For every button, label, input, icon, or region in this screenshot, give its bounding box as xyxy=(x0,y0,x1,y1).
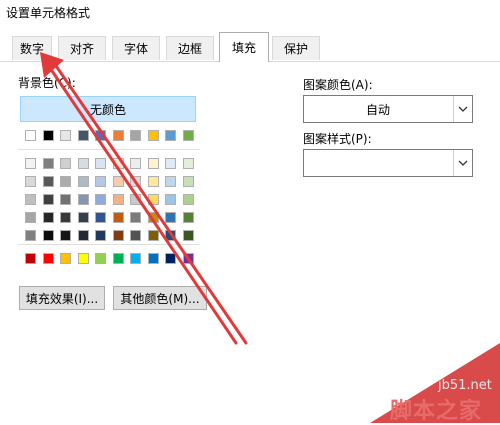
no-color-button[interactable]: 无颜色 xyxy=(20,96,196,122)
shade-color-swatch[interactable] xyxy=(147,176,159,187)
watermark-brand: 脚本之家 xyxy=(390,399,483,424)
shade-color-swatch[interactable] xyxy=(77,212,89,223)
chevron-down-icon[interactable] xyxy=(453,150,472,176)
theme-color-swatch[interactable] xyxy=(130,130,141,141)
more-colors-button[interactable]: 其他颜色(M)... xyxy=(113,286,207,310)
shade-color-swatch[interactable] xyxy=(147,230,159,241)
shade-color-swatch[interactable] xyxy=(77,194,89,205)
shade-color-swatch[interactable] xyxy=(60,176,71,187)
palette-separator xyxy=(18,149,200,150)
shade-color-swatch[interactable] xyxy=(42,194,54,205)
shade-color-swatch[interactable] xyxy=(77,158,89,169)
theme-color-swatch[interactable] xyxy=(42,130,54,141)
tab-border[interactable]: 边框 xyxy=(166,36,214,60)
dialog-title: 设置单元格格式 xyxy=(6,6,91,20)
shade-color-swatch[interactable] xyxy=(112,230,124,241)
standard-color-swatch[interactable] xyxy=(42,253,54,264)
pattern-style-dropdown[interactable] xyxy=(303,149,473,177)
shade-color-swatch[interactable] xyxy=(147,194,159,205)
shade-color-swatch[interactable] xyxy=(130,158,141,169)
dialog-titlebar: 设置单元格格式 xyxy=(0,0,500,30)
shade-color-swatch[interactable] xyxy=(182,230,194,241)
watermark-site: jb51.net xyxy=(438,378,492,393)
no-color-label: 无颜色 xyxy=(89,102,126,117)
shade-color-swatch[interactable] xyxy=(130,194,141,205)
fill-effects-label: 填充效果(I)... xyxy=(25,291,99,306)
shade-color-swatch[interactable] xyxy=(130,212,141,223)
shade-color-swatch[interactable] xyxy=(147,158,159,169)
shade-color-swatch[interactable] xyxy=(112,194,124,205)
shade-color-swatch[interactable] xyxy=(77,230,89,241)
shade-color-swatch[interactable] xyxy=(130,230,141,241)
tab-number[interactable]: 数字 xyxy=(12,36,52,60)
shade-color-swatch[interactable] xyxy=(182,158,194,169)
shade-color-swatch[interactable] xyxy=(42,212,54,223)
standard-color-swatch[interactable] xyxy=(60,253,71,264)
theme-color-swatch[interactable] xyxy=(60,130,71,141)
theme-color-swatch[interactable] xyxy=(147,130,159,141)
shade-color-swatch[interactable] xyxy=(60,158,71,169)
shade-color-swatch[interactable] xyxy=(165,212,176,223)
pattern-color-dropdown[interactable]: 自动 xyxy=(303,95,473,123)
shade-color-swatch[interactable] xyxy=(95,158,106,169)
shade-color-swatch[interactable] xyxy=(112,158,124,169)
shade-color-swatch[interactable] xyxy=(112,212,124,223)
pattern-color-value: 自动 xyxy=(365,102,390,117)
shade-color-swatch[interactable] xyxy=(77,176,89,187)
shade-color-swatch[interactable] xyxy=(25,212,36,223)
shade-color-swatch[interactable] xyxy=(147,212,159,223)
shade-color-swatch[interactable] xyxy=(165,176,176,187)
shade-color-swatch[interactable] xyxy=(25,194,36,205)
shade-color-swatch[interactable] xyxy=(42,230,54,241)
tab-fill[interactable]: 填充 xyxy=(219,32,269,62)
pattern-style-label: 图案样式(P): xyxy=(303,132,372,146)
more-colors-label: 其他颜色(M)... xyxy=(120,291,200,306)
fill-effects-button[interactable]: 填充效果(I)... xyxy=(19,286,105,310)
shade-color-swatch[interactable] xyxy=(95,176,106,187)
shade-color-swatch[interactable] xyxy=(165,230,176,241)
shade-color-swatch[interactable] xyxy=(60,212,71,223)
theme-color-swatch[interactable] xyxy=(95,130,106,141)
shade-color-swatch[interactable] xyxy=(112,176,124,187)
standard-color-swatch[interactable] xyxy=(182,253,194,264)
shade-color-swatch[interactable] xyxy=(25,158,36,169)
shade-color-swatch[interactable] xyxy=(95,230,106,241)
tab-font[interactable]: 字体 xyxy=(112,36,160,60)
shade-color-swatch[interactable] xyxy=(165,158,176,169)
background-color-label: 背景色(C): xyxy=(18,76,76,90)
shade-color-swatch[interactable] xyxy=(182,176,194,187)
tab-protection[interactable]: 保护 xyxy=(272,36,320,60)
shade-color-swatch[interactable] xyxy=(25,230,36,241)
tab-alignment[interactable]: 对齐 xyxy=(58,36,106,60)
shade-color-swatch[interactable] xyxy=(95,194,106,205)
shade-color-swatch[interactable] xyxy=(42,158,54,169)
theme-color-swatch[interactable] xyxy=(77,130,89,141)
theme-color-swatch[interactable] xyxy=(165,130,176,141)
shade-color-swatch[interactable] xyxy=(60,194,71,205)
standard-color-swatch[interactable] xyxy=(77,253,89,264)
shade-color-swatch[interactable] xyxy=(165,194,176,205)
shade-color-swatch[interactable] xyxy=(25,176,36,187)
pattern-style-value xyxy=(304,150,452,176)
theme-color-swatch[interactable] xyxy=(182,130,194,141)
standard-color-swatch[interactable] xyxy=(112,253,124,264)
shade-color-swatch[interactable] xyxy=(42,176,54,187)
shade-color-swatch[interactable] xyxy=(130,176,141,187)
theme-color-swatch[interactable] xyxy=(25,130,36,141)
theme-color-swatch[interactable] xyxy=(112,130,124,141)
tab-strip: 数字 对齐 字体 边框 填充 保护 xyxy=(0,30,500,62)
standard-color-swatch[interactable] xyxy=(165,253,176,264)
standard-color-swatch[interactable] xyxy=(95,253,106,264)
shade-color-swatch[interactable] xyxy=(182,194,194,205)
standard-color-swatch[interactable] xyxy=(130,253,141,264)
standard-color-swatch[interactable] xyxy=(25,253,36,264)
shade-color-swatch[interactable] xyxy=(95,212,106,223)
standard-color-swatch[interactable] xyxy=(147,253,159,264)
palette-separator xyxy=(18,244,200,245)
shade-color-swatch[interactable] xyxy=(60,230,71,241)
shade-color-swatch[interactable] xyxy=(182,212,194,223)
pattern-color-label: 图案颜色(A): xyxy=(303,78,373,92)
chevron-down-icon[interactable] xyxy=(453,96,472,122)
